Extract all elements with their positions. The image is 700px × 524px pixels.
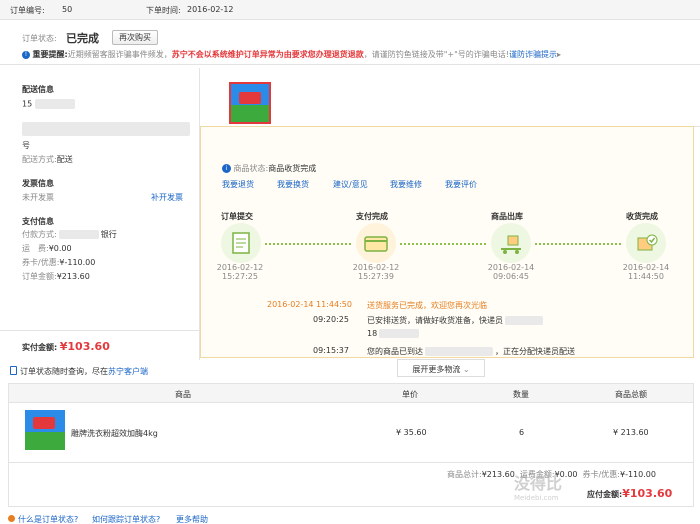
goods-total: ¥ 213.60 [613,428,649,437]
notice-text: 近期频留客服诈骗事件频发， [67,50,172,59]
goods-image[interactable] [25,410,65,450]
product-thumbnail[interactable] [229,82,271,124]
invoice-action-link[interactable]: 补开发票 [151,192,183,203]
logistics-text-1: 送货服务已完成，欢迎您再次光临 [367,301,487,310]
step-date-1: 2016-02-12 15:27:25 [216,263,264,281]
watermark-logo: 没得比 Meidebi.com [514,474,563,502]
order-summary: 商品总计:¥213.60 运费金额:¥0.00 券卡/优惠:¥-110.00 应… [8,463,694,507]
divider [0,330,200,331]
payment-coupon: 券卡/优惠:¥-110.00 [22,258,96,267]
payment-title: 支付信息 [22,217,54,226]
order-header: 订单编号: 50 下单时间: 2016-02-12 [0,0,700,20]
faq-link-3[interactable]: 更多帮助 [176,514,208,524]
masked-text [58,230,99,239]
order-submitted-icon [221,223,261,263]
notice-warning: 苏宁不会以系统维护订单异常为由要求您办理退货退款 [171,50,364,59]
logistics-sub-2: 18 [367,329,420,338]
step-title-2: 支付完成 [356,212,388,221]
logistics-text-3: 您的商品已到达 ，正在分配快递员配送 [367,347,575,356]
feedback-link[interactable]: 建议/意见 [333,179,368,190]
delivery-line3: 号 [22,141,30,150]
progress-connector [265,243,351,245]
delivery-line1: 15 [22,99,76,109]
step-title-3: 商品出库 [491,212,523,221]
logistics-time-1: 2016-02-14 11:44:50 [267,300,352,309]
logistics-time-2: 09:20:25 [313,315,349,324]
summary-pay: 应付金额:¥103.60 [587,487,673,500]
rebuy-button[interactable]: 再次购买 [112,30,158,45]
client-tip: 订单状态随时查询，尽在苏宁客户端 [0,363,400,379]
logistics-text-2: 已安排送货，请做好收货准备，快递员 [367,315,543,326]
step-title-4: 收货完成 [626,212,658,221]
notice-tail: ，请谨防钓鱼链接及带"+"号的诈骗电话! [363,50,510,59]
step-date-4: 2016-02-14 11:44:50 [622,263,670,281]
question-icon [8,515,15,522]
order-time-label: 下单时间: [146,6,181,15]
payment-total: 订单金额:¥213.60 [22,272,90,281]
received-icon [626,223,666,263]
faq-row: 什么是订单状态? 如何跟踪订单状态? 更多帮助 [0,514,700,524]
brand-mark [33,417,55,429]
step-date-3: 2016-02-14 09:06:45 [487,263,535,281]
goods-status-line: i 商品状态:商品收货完成 [222,163,316,174]
progress-connector [400,243,486,245]
goods-shipped-icon [491,223,531,263]
delivery-phone: 15 [22,99,33,109]
invoice-status: 未开发票 [22,193,54,202]
delivery-method: 配送方式:配送 [22,155,73,164]
brand-mark [239,92,261,104]
order-no-value: 50 [62,5,73,14]
progress-connector [535,243,621,245]
detergent-image [231,84,269,122]
col-total: 商品总额 [615,390,647,399]
exchange-link[interactable]: 我要换货 [277,179,309,190]
payment-freight: 运 费:¥0.00 [22,244,72,253]
invoice-title: 发票信息 [22,179,54,188]
paid-amount: 实付金额: ¥103.60 [22,340,110,353]
col-qty: 数量 [513,390,529,399]
col-goods: 商品 [175,390,191,399]
faq-link-2[interactable]: 如何跟踪订单状态? [92,514,160,524]
order-info-panel: 配送信息 15 号 配送方式:配送 发票信息 未开发票 补开发票 支付信息 付款… [0,68,200,360]
goods-qty: 6 [519,428,525,437]
status-label: 订单状态: [22,34,57,43]
info-icon: i [222,164,231,173]
expand-logistics-button[interactable]: 展开更多物流 ⌄ [397,359,485,377]
step-date-2: 2016-02-12 15:27:39 [352,263,400,281]
masked-address [22,122,190,136]
faq-link-1[interactable]: 什么是订单状态? [18,514,78,524]
masked-text [35,99,76,109]
masked-text [425,347,493,356]
repair-link[interactable]: 我要维修 [390,179,422,190]
goods-table-header: 商品 单价 数量 商品总额 [8,383,694,403]
table-row: 雕牌洗衣粉超效加酶4kg ¥ 35.60 6 ¥ 213.60 [8,403,694,463]
col-price: 单价 [402,390,418,399]
logistics-time-3: 09:15:37 [313,346,349,355]
masked-text [505,316,543,325]
tip-text: 订单状态随时查询，尽在 [20,367,108,376]
step-title-1: 订单提交 [221,212,253,221]
payment-complete-icon [356,223,396,263]
logistics-panel: i 商品状态:商品收货完成 我要退货 我要换货 建议/意见 我要维修 我要评价 … [200,126,694,358]
review-link[interactable]: 我要评价 [445,179,477,190]
notice-line: ! 重要提醒:近期频留客服诈骗事件频发，苏宁不会以系统维护订单异常为由要求您办理… [22,49,561,60]
notice-link[interactable]: 谨防诈骗提示 [509,50,557,59]
chevron-down-icon: ⌄ [460,365,470,374]
chevron-right-icon: ▸ [557,50,562,59]
order-status-block: 订单状态: 已完成 再次购买 ! 重要提醒:近期频留客服诈骗事件频发，苏宁不会以… [0,20,700,65]
payment-method: 付款方式: 银行 [22,230,117,239]
status-value: 已完成 [66,32,99,45]
goods-price: ¥ 35.60 [396,428,427,437]
phone-icon [10,366,17,375]
order-no-label: 订单编号: [10,6,45,15]
order-time-value: 2016-02-12 [187,5,234,14]
alert-icon: ! [22,50,30,59]
return-link[interactable]: 我要退货 [222,179,254,190]
notice-label: 重要提醒: [32,50,68,59]
delivery-title: 配送信息 [22,85,54,94]
goods-name-link[interactable]: 雕牌洗衣粉超效加酶4kg [71,428,158,439]
masked-text [379,329,420,338]
client-app-link[interactable]: 苏宁客户端 [108,367,148,376]
